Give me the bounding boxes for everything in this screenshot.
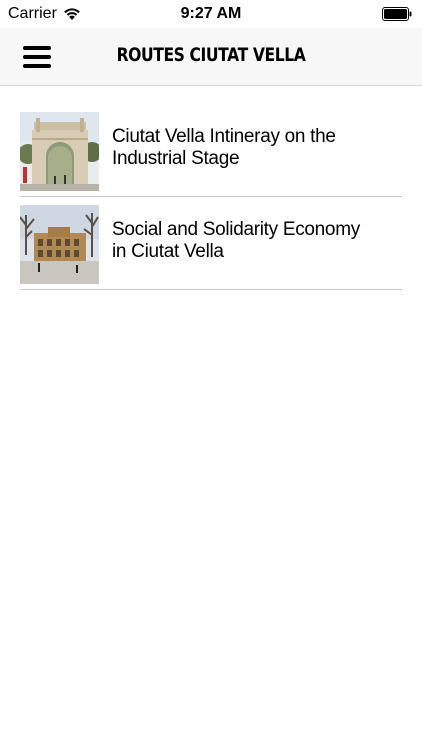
status-bar: Carrier 9:27 AM [0,0,422,28]
route-list-item[interactable]: Ciutat Vella Intineray on the Industrial… [20,104,402,197]
page-title: Routes Ciutat Vella [116,44,306,66]
nav-bar: Routes Ciutat Vella [0,28,422,86]
wifi-icon [64,8,80,20]
square-building-photo [20,205,99,284]
gate-archway-photo [20,112,99,191]
route-list: Ciutat Vella Intineray on the Industrial… [20,104,402,290]
app-screen: Carrier 9:27 AM Routes Ciutat Vella [0,0,422,750]
route-list-item[interactable]: Social and Solidarity Economy in Ciutat … [20,197,402,290]
carrier-label: Carrier [8,5,57,22]
route-title: Social and Solidarity Economy in Ciutat … [112,219,360,262]
route-title: Ciutat Vella Intineray on the Industrial… [112,126,336,169]
status-left: Carrier [0,5,81,23]
battery-icon [382,7,412,21]
